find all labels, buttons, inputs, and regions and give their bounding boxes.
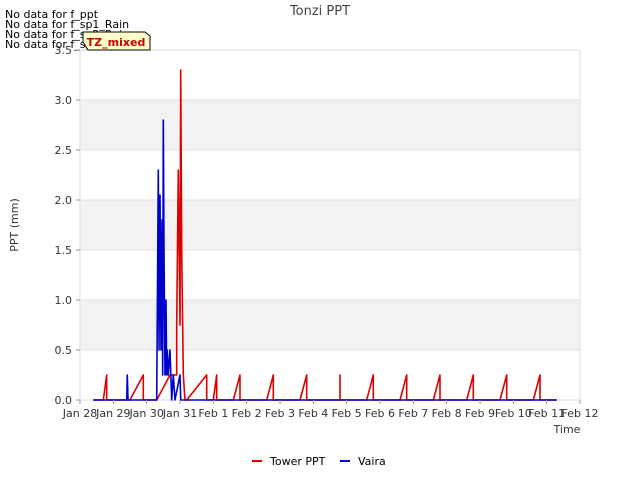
grid-band [80,50,580,100]
x-tick-label: Jan 30 [128,407,163,420]
x-tick-label: Feb 6 [365,407,395,420]
x-tick-label: Jan 28 [62,407,97,420]
x-tick-label: Feb 5 [332,407,362,420]
grid-band [80,250,580,300]
x-tick-label: Feb 3 [265,407,295,420]
grid-band [80,300,580,350]
x-tick-label: Feb 4 [298,407,328,420]
x-tick-label: Feb 9 [465,407,495,420]
legend: Tower PPT Vaira [252,455,386,468]
ppt-chart: 0.00.51.01.52.02.53.03.5 Jan 28Jan 29Jan… [8,4,599,468]
y-tick-label: 0.5 [55,344,73,357]
x-tick-label: Feb 10 [495,407,532,420]
y-tick-label: 3.5 [55,44,73,57]
y-tick-label: 3.0 [55,94,73,107]
y-tick-label: 1.5 [55,244,73,257]
x-axis-title: Time [553,423,581,436]
grid-bands [80,50,580,400]
x-tick-label: Feb 8 [432,407,462,420]
x-tick-label: Jan 31 [162,407,197,420]
grid-band [80,200,580,250]
x-ticks: Jan 28Jan 29Jan 30Jan 31 Feb 1 Feb 2 Feb 3F… [62,400,599,420]
y-tick-label: 1.0 [55,294,73,307]
site-badge-label: TZ_mixed [87,36,146,49]
chart-title: Tonzi PPT [289,4,350,19]
y-tick-label: 0.0 [55,394,73,407]
x-tick-label: Feb 7 [398,407,428,420]
y-axis-title: PPT (mm) [8,198,21,252]
y-tick-label: 2.0 [55,194,73,207]
grid-band [80,100,580,150]
x-tick-label: Feb 1 [198,407,228,420]
site-badge: TZ_mixed [82,31,151,51]
grid-band [80,350,580,400]
x-tick-label: Jan 29 [95,407,130,420]
y-ticks: 0.0 0.5 1.0 1.5 2.0 2.5 3.0 3.5 [55,44,80,407]
x-tick-label: Feb 11 [528,407,565,420]
x-tick-label: Feb 2 [232,407,262,420]
legend-label: Tower PPT [269,455,326,468]
x-tick-label: Feb 12 [562,407,599,420]
y-tick-label: 2.5 [55,144,73,157]
legend-label: Vaira [358,455,386,468]
grid-band [80,150,580,200]
